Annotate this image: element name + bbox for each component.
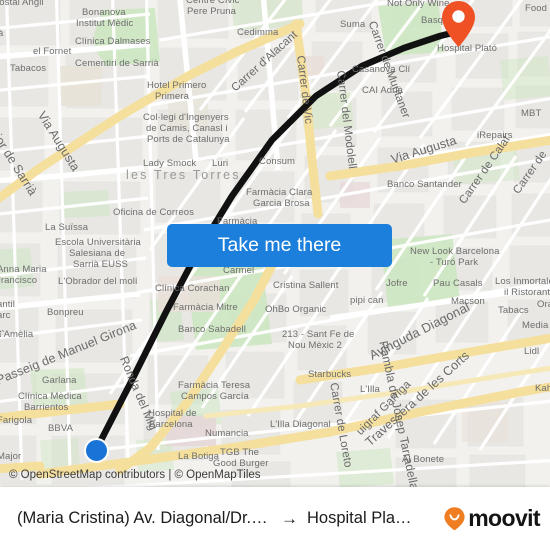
moovit-trip-preview: rostal Angli Bonanova Institut Mèdic Clínic… <box>0 0 550 550</box>
map-label: - Turó Park <box>430 257 479 268</box>
map-label: Clínica Corachan <box>155 283 230 294</box>
map-label: Escola Universitària <box>55 237 141 248</box>
map-label: L'Illa Diagonal <box>270 419 331 430</box>
map-label: Farmàcia Teresa <box>178 380 251 391</box>
map-attribution: © OpenStreetMap contributors | © OpenMap… <box>9 469 261 481</box>
map-label: Ports de Catalunya <box>147 134 230 145</box>
moovit-pin-smile-icon <box>444 507 465 531</box>
map-label: les Tres Torres <box>126 168 241 182</box>
map-label: Kaha <box>535 383 550 394</box>
map-label: Garcia Brosa <box>253 198 310 209</box>
map-label: MBT <box>521 108 542 119</box>
map-label: Numancia <box>205 428 249 439</box>
trip-summary-bar: (Maria Cristina) Av. Diagonal/Dr. Fer… →… <box>0 487 550 550</box>
map-label: Campos García <box>181 391 249 402</box>
map-label: de Camis, Canasl i <box>146 123 228 134</box>
start-location-dot[interactable] <box>84 438 109 463</box>
map-label: Col·legi d'Ingenyers <box>143 112 229 123</box>
map-label: Carmel <box>223 265 255 276</box>
map-label: a Amèlia <box>0 329 34 340</box>
destination-label: Hospital Pla… <box>307 509 412 527</box>
map-label: New Look Barcelona <box>410 246 500 257</box>
map-label: Tabacos <box>10 63 47 74</box>
moovit-wordmark: moovit <box>468 505 540 531</box>
map-label: Farigola <box>0 415 33 426</box>
map-label: Starbucks <box>308 369 352 380</box>
map-label: Banco Sabadell <box>178 324 246 335</box>
map-label: Pere Pruna <box>187 6 237 17</box>
map-label: Clínica Dalmases <box>75 36 151 47</box>
map-label: Bonanova <box>82 7 126 18</box>
map-label: Garlana <box>42 375 77 386</box>
map-label: Farmàcia Mitre <box>173 302 238 313</box>
map-label: Institut Mèdic <box>76 18 134 29</box>
map-label: L'Obrador del molí <box>58 276 138 287</box>
arrow-right-icon: → <box>281 508 298 528</box>
map-canvas[interactable]: rostal Angli Bonanova Institut Mèdic Clínic… <box>0 0 550 487</box>
map-label: Sarrià EUSS <box>73 259 128 270</box>
map-label: Jofre <box>386 278 408 289</box>
map-label: Suma <box>340 19 366 30</box>
map-label: Ora <box>537 299 550 310</box>
map-label: OhBo Organic <box>265 304 327 315</box>
map-label: Tabacs <box>498 305 529 316</box>
map-label: Primera <box>155 91 189 102</box>
map-label: Banco Santander <box>387 179 462 190</box>
take-me-there-button[interactable]: Take me there <box>167 224 392 267</box>
map-label: il Ristorante <box>504 287 550 298</box>
map-label: Bonpreu <box>47 307 84 318</box>
map-label: Nou Mèxic 2 <box>288 340 342 351</box>
map-label: Food I <box>525 3 550 14</box>
map-label: Los Inmortales <box>495 276 550 287</box>
moovit-logo[interactable]: moovit <box>442 505 550 532</box>
map-label: rostal Angli <box>0 0 44 8</box>
origin-label: (Maria Cristina) Av. Diagonal/Dr. Fer… <box>17 509 272 527</box>
map-label: antil <box>0 299 15 310</box>
map-label: el Fornet <box>33 46 72 57</box>
map-label: Pau Casals <box>433 278 483 289</box>
map-label: La Suïssa <box>45 222 89 233</box>
map-label: L'Illa <box>360 384 380 395</box>
map-label: 213 - Sant Fe de <box>282 329 355 340</box>
destination-pin-icon[interactable] <box>440 0 477 48</box>
map-label: TGB The <box>220 447 260 458</box>
map-label: Consum <box>259 156 295 167</box>
map-label: Salesiana de <box>69 248 126 259</box>
map-label: Anna Maria <box>0 264 47 275</box>
map-label: La Botiga <box>178 451 220 462</box>
map-label: Oficina de Correos <box>113 207 195 218</box>
map-label: Lidl <box>524 346 540 357</box>
map-label: pipi can <box>350 295 384 306</box>
map-label: Cristina Sallent <box>273 280 339 291</box>
map-label: arc <box>0 310 11 321</box>
map-label: Media M <box>522 320 549 331</box>
map-label: BBVA <box>48 423 74 434</box>
route-endpoints[interactable]: (Maria Cristina) Av. Diagonal/Dr. Fer… →… <box>0 509 442 529</box>
map-label: Barrientos <box>24 402 69 413</box>
map-label: Clínica Mèdica <box>18 391 82 402</box>
map-label: Cedimma <box>237 27 279 38</box>
map-label: à <box>0 28 4 39</box>
map-label: Francisco <box>0 275 38 286</box>
map-label: Cementiri de Sarrià <box>75 58 159 69</box>
map-label: Hotel Primero <box>147 80 207 91</box>
map-label: Farmàcia Clara <box>246 187 313 198</box>
map-label: Major <box>0 451 22 462</box>
